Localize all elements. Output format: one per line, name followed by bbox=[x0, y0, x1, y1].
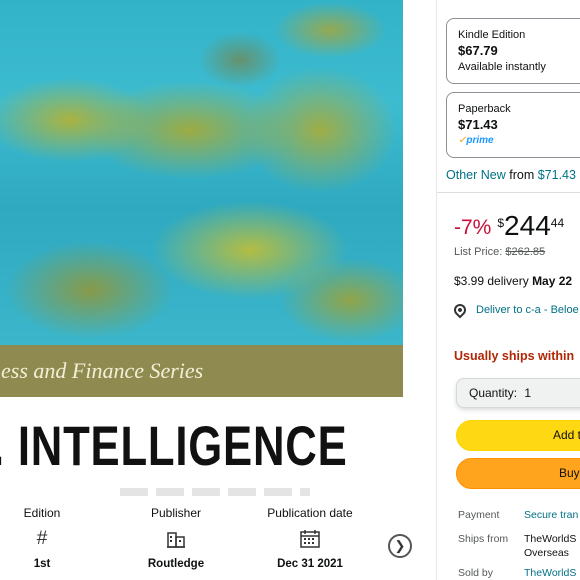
info-key: Payment bbox=[458, 509, 500, 521]
buy-now-button[interactable]: Buy bbox=[456, 458, 580, 489]
carousel-next-button[interactable]: ❯ bbox=[388, 534, 412, 558]
quantity-select[interactable]: Quantity: 1 bbox=[456, 378, 580, 408]
add-to-cart-button[interactable]: Add t bbox=[456, 420, 580, 451]
detail-publisher: Publisher Routledge bbox=[136, 504, 216, 572]
quantity-value: 1 bbox=[524, 386, 532, 400]
chevron-right-icon: ❯ bbox=[394, 538, 406, 553]
price-whole: 244 bbox=[504, 210, 551, 241]
detail-value: Dec 31 2021 bbox=[277, 558, 343, 570]
list-price-value: $262.85 bbox=[505, 246, 546, 258]
info-value-line2: Overseas bbox=[524, 547, 569, 559]
calendar-icon bbox=[262, 522, 358, 556]
detail-publication-date: Publication date Dec 31 2021 bbox=[262, 504, 358, 572]
price-currency: $ bbox=[497, 216, 505, 230]
price-fraction: 44 bbox=[550, 216, 565, 230]
prime-badge-icon: ✓prime bbox=[458, 135, 494, 146]
format-kindle[interactable]: Kindle Edition $67.79 Available instantl… bbox=[446, 18, 580, 84]
delivery-info: $3.99 delivery May 22 bbox=[454, 274, 572, 288]
format-paperback[interactable]: Paperback $71.43 ✓prime bbox=[446, 92, 580, 158]
info-key: Sold by bbox=[458, 567, 494, 579]
cover-series-band: ness and Finance Series bbox=[0, 345, 403, 397]
deliver-to-text[interactable]: Deliver to c-a - Beloe bbox=[476, 304, 579, 316]
other-new-link[interactable]: Other New bbox=[446, 168, 506, 182]
detail-label: Edition bbox=[23, 506, 61, 520]
other-new-from: from bbox=[509, 168, 535, 182]
location-pin-icon bbox=[451, 301, 469, 319]
detail-value: 1st bbox=[33, 558, 51, 570]
book-cover-image[interactable]: ness and Finance Series bbox=[0, 0, 403, 400]
detail-label: Publisher bbox=[150, 506, 202, 520]
detail-edition: Edition # 1st bbox=[14, 504, 70, 572]
format-name: Paperback bbox=[458, 103, 511, 115]
availability-status: Usually ships within bbox=[454, 349, 575, 363]
delivery-date: May 22 bbox=[532, 274, 573, 288]
info-value: TheWorldS bbox=[524, 533, 577, 545]
detail-label: Publication date bbox=[267, 506, 353, 520]
delivery-cost: $3.99 delivery bbox=[454, 274, 529, 288]
format-name: Kindle Edition bbox=[458, 29, 526, 41]
format-price: $71.43 bbox=[458, 117, 498, 132]
quantity-label: Quantity: bbox=[469, 386, 518, 400]
info-value-link[interactable]: TheWorldS bbox=[524, 566, 576, 580]
prime-label: prime bbox=[466, 135, 494, 146]
deliver-to-link[interactable]: Deliver to c-a - Beloe bbox=[451, 301, 579, 319]
product-details-carousel: Edition # 1st Publisher Routledge Public… bbox=[0, 496, 420, 580]
buy-box-column: Kindle Edition $67.79 Available instantl… bbox=[436, 0, 580, 580]
format-price: $67.79 bbox=[458, 43, 498, 58]
detail-value: Routledge bbox=[147, 558, 205, 570]
info-key: Ships from bbox=[458, 533, 509, 545]
list-price-label: List Price: bbox=[454, 246, 503, 258]
discount-percent: -7% bbox=[454, 216, 492, 239]
cover-title: . INTELLIGENCE bbox=[0, 414, 348, 477]
info-value-link[interactable]: Secure tran bbox=[524, 508, 578, 522]
divider bbox=[437, 192, 580, 193]
other-new-offers[interactable]: Other New from $71.43 bbox=[446, 168, 576, 182]
format-availability: Available instantly bbox=[458, 61, 546, 73]
price-block: -7% $ 244 44 bbox=[454, 210, 564, 242]
cover-artwork bbox=[0, 0, 403, 345]
cover-series-text: ness and Finance Series bbox=[0, 358, 204, 383]
building-icon bbox=[136, 522, 216, 556]
other-new-price[interactable]: $71.43 bbox=[538, 168, 576, 182]
list-price: List Price: $262.85 bbox=[454, 246, 545, 258]
hash-icon: # bbox=[36, 528, 48, 549]
